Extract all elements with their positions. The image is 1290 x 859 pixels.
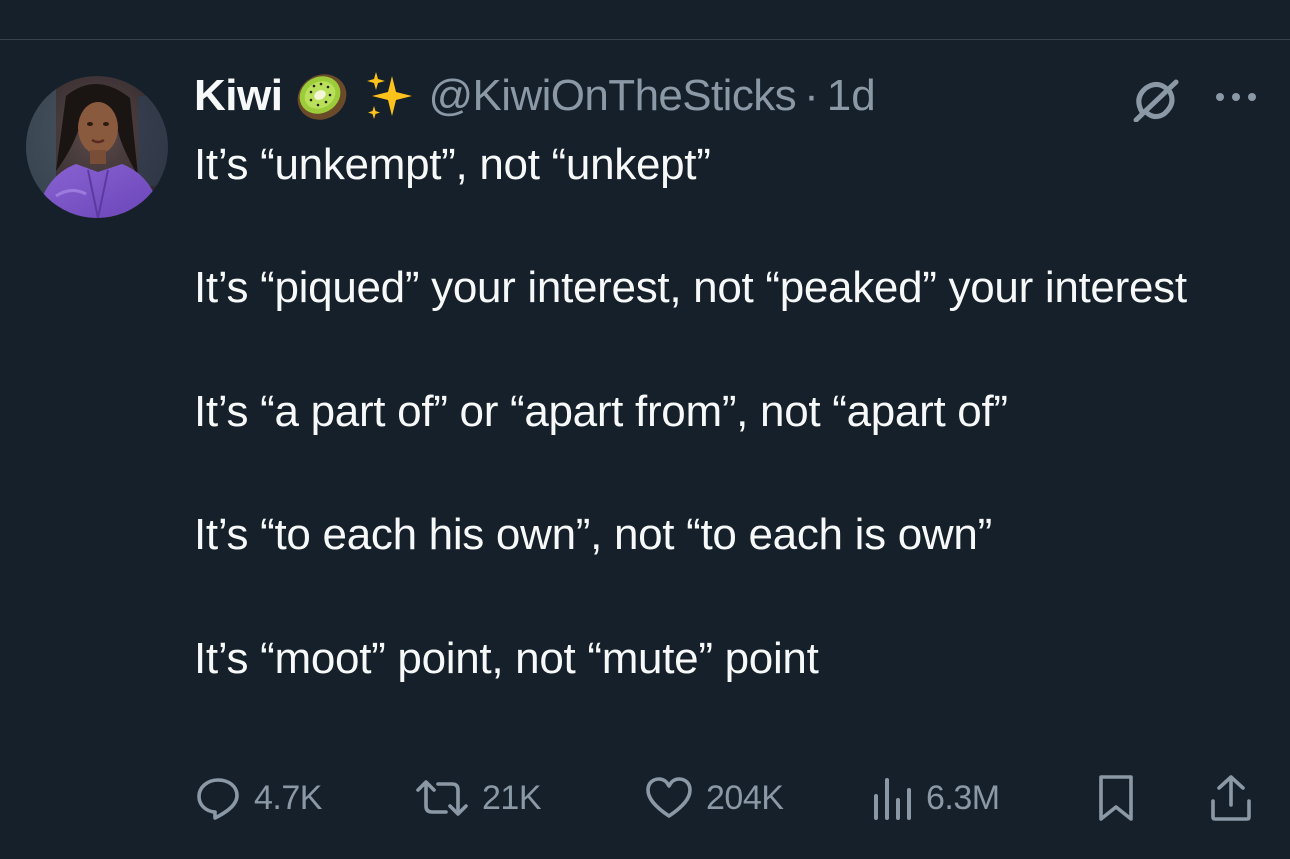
- tweet-header: Kiwi @KiwiOnTheSticks · 1d: [194, 66, 876, 126]
- timestamp[interactable]: 1d: [827, 71, 876, 121]
- repost-icon: [416, 780, 468, 816]
- heart-icon: [646, 777, 692, 818]
- grok-icon[interactable]: [1130, 78, 1180, 123]
- tweet-paragraph: It’s “moot” point, not “mute” point: [194, 633, 819, 683]
- tweet-paragraph: It’s “piqued” your interest, not “peaked…: [194, 263, 1187, 313]
- like-button[interactable]: 204K: [644, 770, 784, 826]
- display-name[interactable]: Kiwi: [194, 71, 283, 121]
- author-handle[interactable]: @KiwiOnTheSticks: [428, 71, 796, 121]
- views-count: 6.3M: [926, 778, 1000, 817]
- avatar-image: [26, 76, 168, 218]
- top-divider: [0, 39, 1290, 40]
- bookmark-icon: [1099, 775, 1133, 821]
- tweet-paragraph: It’s “a part of” or “apart from”, not “a…: [194, 386, 1008, 436]
- share-icon: [1211, 775, 1251, 821]
- repost-button[interactable]: 21K: [414, 770, 542, 826]
- avatar[interactable]: [26, 76, 168, 218]
- tweet-paragraph: It’s “to each his own”, not “to each is …: [194, 510, 992, 560]
- more-icon[interactable]: [1213, 84, 1259, 110]
- tweet-paragraph: It’s “unkempt”, not “unkept”: [194, 140, 711, 189]
- separator-dot: ·: [804, 71, 819, 120]
- action-bar: 4.7K 21K 204K 6.3M: [0, 770, 1290, 826]
- views-button[interactable]: 6.3M: [870, 770, 1000, 826]
- bookmark-button[interactable]: [1096, 770, 1136, 826]
- reply-icon: [197, 778, 239, 820]
- reply-button[interactable]: 4.7K: [194, 770, 322, 826]
- tweet-text: It’s “unkempt”, not “unkept” It’s “pique…: [194, 134, 1234, 689]
- reply-count: 4.7K: [254, 778, 322, 817]
- sparkles-emoji: [362, 68, 418, 124]
- views-chart-icon: [874, 778, 911, 820]
- like-count: 204K: [706, 778, 784, 817]
- kiwi-emoji: [294, 68, 350, 124]
- repost-count: 21K: [482, 778, 542, 817]
- share-button[interactable]: [1208, 770, 1254, 826]
